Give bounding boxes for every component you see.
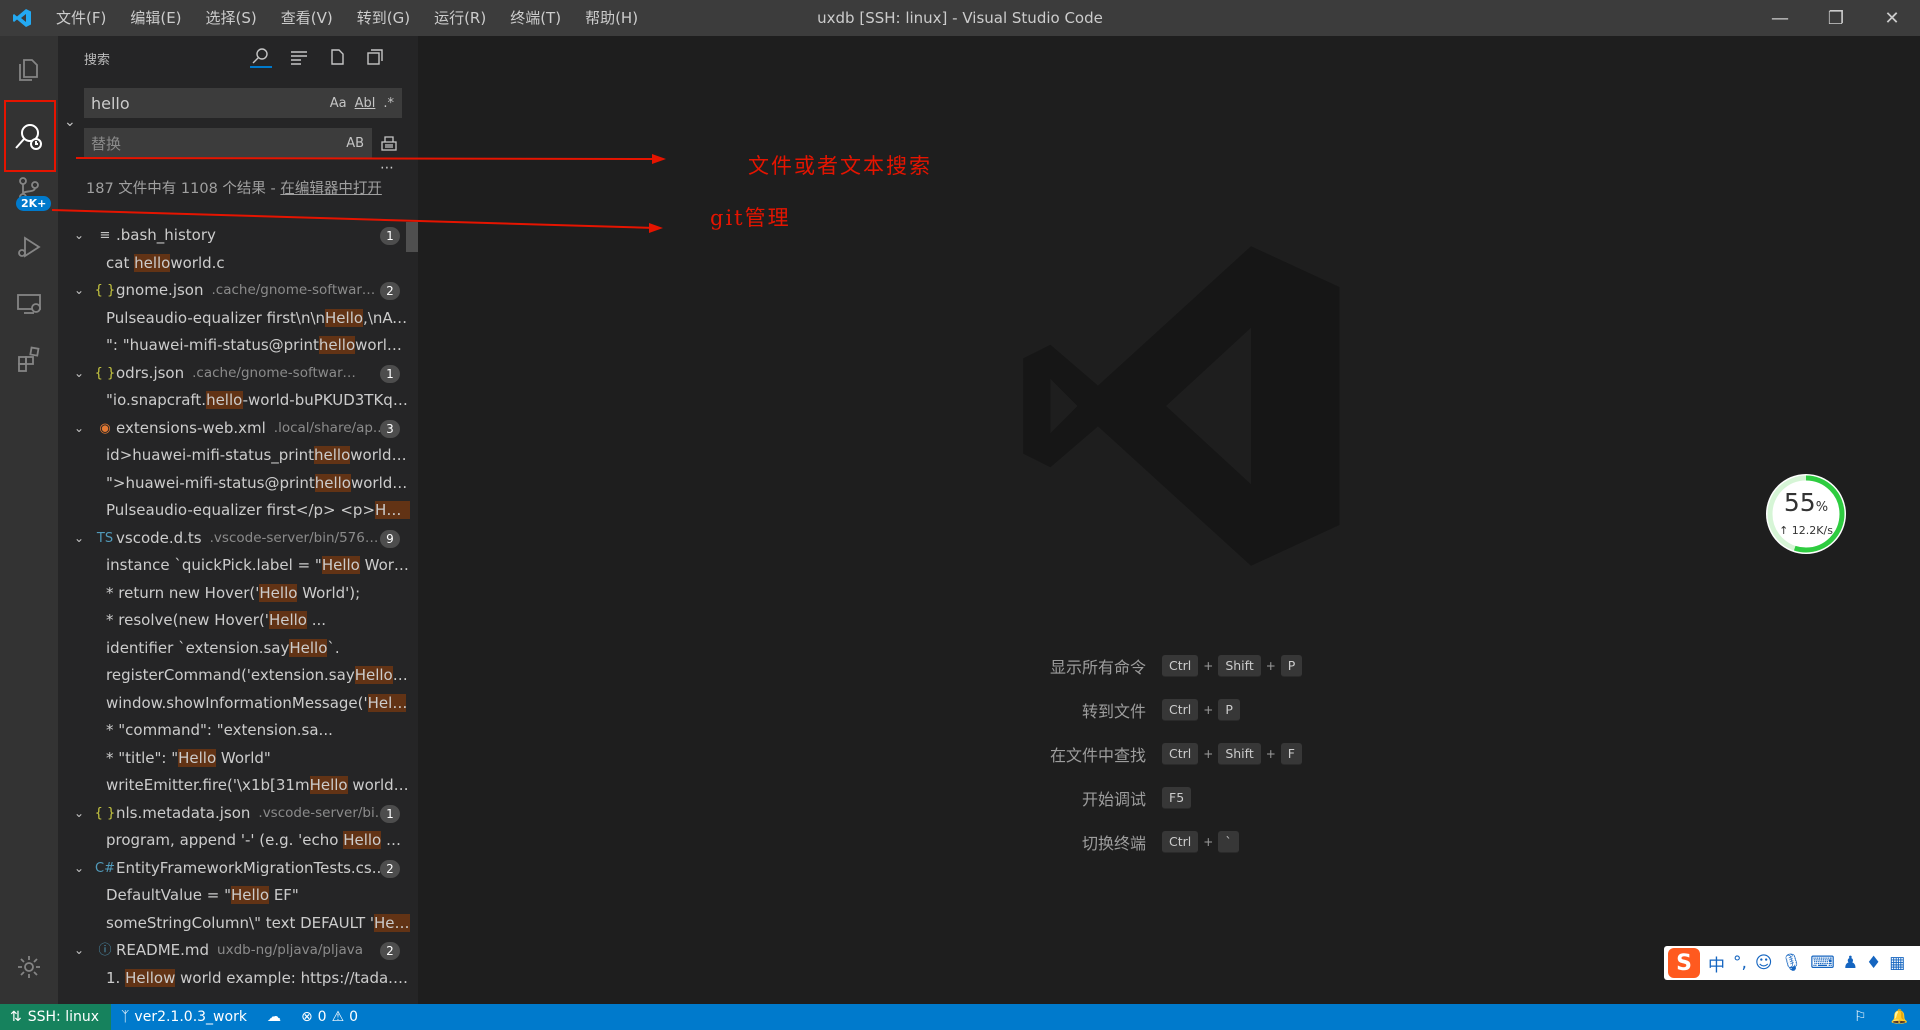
- arrow-search-line: [75, 157, 659, 160]
- user-icon[interactable]: ♟: [1843, 953, 1858, 973]
- arrow-git-line: [51, 209, 656, 229]
- ime-toolbar[interactable]: S 中 °, ☺ 🎙 ⌨ ♟ ♦ ▦: [1664, 946, 1920, 980]
- status-bar: ⇅ SSH: linux ᛉ ver2.1.0.3_work ☁ ⊗ 0 ⚠ 0…: [0, 1004, 1920, 1030]
- emoji-icon[interactable]: ☺: [1755, 953, 1773, 973]
- arrow-git-head: [649, 223, 663, 233]
- sogou-logo-icon: S: [1668, 948, 1700, 978]
- warning-count: 0: [349, 1009, 359, 1025]
- skin-icon[interactable]: ♦: [1866, 953, 1881, 973]
- branch-indicator[interactable]: ᛉ ver2.1.0.3_work: [111, 1004, 257, 1030]
- annotation-arrows: [51, 154, 666, 233]
- remote-label: SSH: linux: [27, 1009, 100, 1025]
- error-icon: ⊗: [300, 1009, 313, 1025]
- problems-indicator[interactable]: ⊗ 0 ⚠ 0: [291, 1004, 368, 1030]
- keyboard-icon[interactable]: ⌨: [1810, 953, 1835, 973]
- remote-icon: ⇅: [10, 1009, 22, 1025]
- error-count: 0: [317, 1009, 327, 1025]
- feedback-icon[interactable]: ⚐: [1854, 1009, 1867, 1025]
- ime-punct[interactable]: °,: [1733, 953, 1747, 973]
- warning-icon: ⚠: [331, 1009, 345, 1025]
- branch-label: ver2.1.0.3_work: [134, 1009, 247, 1025]
- toolbox-icon[interactable]: ▦: [1889, 953, 1905, 973]
- notifications-bell-icon[interactable]: 🔔: [1891, 1009, 1908, 1025]
- ime-mode[interactable]: 中: [1708, 951, 1725, 976]
- sync-button[interactable]: ☁: [257, 1004, 291, 1030]
- status-right: ⚐ 🔔: [1854, 1004, 1908, 1030]
- remote-indicator[interactable]: ⇅ SSH: linux: [0, 1004, 112, 1030]
- arrow-search-head: [652, 154, 666, 164]
- cloud-sync-icon: ☁: [266, 1009, 281, 1025]
- microphone-icon[interactable]: 🎙: [1781, 953, 1803, 973]
- git-branch-icon: ᛉ: [121, 1009, 130, 1025]
